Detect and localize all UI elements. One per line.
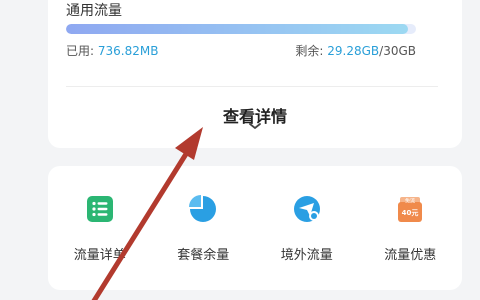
pie-chart-icon bbox=[189, 195, 217, 222]
data-usage-card: 通用流量 已用: 736.82MB 剩余: 29.28GB/30GB 查看详情 bbox=[48, 0, 462, 148]
remaining-stat: 剩余: 29.28GB/30GB bbox=[295, 42, 416, 59]
remaining-label: 剩余: bbox=[295, 44, 324, 58]
remaining-value: 29.28GB bbox=[327, 44, 380, 58]
feature-label: 流量优惠 bbox=[384, 248, 437, 263]
feature-data-details[interactable]: 流量详单 bbox=[48, 194, 152, 263]
list-icon bbox=[86, 196, 113, 222]
feature-overseas-data[interactable]: 境外流量 bbox=[255, 194, 359, 263]
usage-progress-bar bbox=[66, 24, 416, 34]
usage-title: 通用流量 bbox=[66, 3, 122, 19]
coupon-bag-icon: 免流 40元 bbox=[398, 197, 423, 222]
used-label: 已用: bbox=[66, 44, 95, 58]
feature-plan-balance[interactable]: 套餐余量 bbox=[152, 194, 256, 263]
feature-data-offers[interactable]: 免流 40元 流量优惠 bbox=[359, 194, 463, 263]
used-value: 736.82MB bbox=[97, 44, 159, 58]
feature-label: 套餐余量 bbox=[177, 248, 230, 263]
divider bbox=[66, 86, 438, 87]
feature-label: 境外流量 bbox=[280, 248, 333, 263]
usage-progress-fill bbox=[66, 24, 408, 34]
features-card: 流量详单 套餐余量 境外流量 免流 40元 流量优惠 bbox=[48, 166, 462, 290]
used-stat: 已用: 736.82MB bbox=[66, 42, 158, 59]
badge-top-text: 免流 bbox=[405, 198, 415, 205]
feature-label: 流量详单 bbox=[73, 248, 126, 263]
globe-plane-icon bbox=[293, 196, 320, 222]
total-quota: /30GB bbox=[379, 44, 416, 58]
badge-value-text: 40元 bbox=[402, 209, 419, 217]
chevron-down-icon[interactable] bbox=[247, 122, 263, 130]
